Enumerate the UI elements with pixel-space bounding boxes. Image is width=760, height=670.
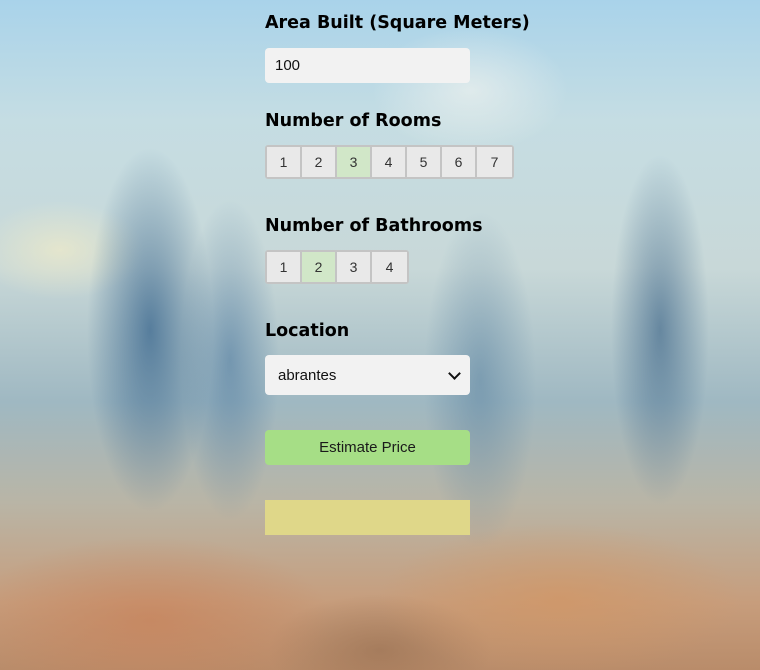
rooms-option-4[interactable]: 4	[372, 147, 407, 177]
rooms-selector: 1 2 3 4 5 6 7	[265, 145, 514, 179]
location-label: Location	[265, 321, 350, 341]
bathrooms-option-1[interactable]: 1	[267, 252, 302, 282]
bathrooms-option-2[interactable]: 2	[302, 252, 337, 282]
location-select[interactable]: abrantes	[265, 355, 470, 395]
rooms-option-7[interactable]: 7	[477, 147, 512, 177]
bathrooms-option-3[interactable]: 3	[337, 252, 372, 282]
rooms-option-3[interactable]: 3	[337, 147, 372, 177]
estimated-price-output	[265, 500, 470, 535]
rooms-option-5[interactable]: 5	[407, 147, 442, 177]
bathrooms-option-4[interactable]: 4	[372, 252, 407, 282]
rooms-option-2[interactable]: 2	[302, 147, 337, 177]
rooms-option-1[interactable]: 1	[267, 147, 302, 177]
area-input[interactable]	[265, 48, 470, 83]
rooms-label: Number of Rooms	[265, 111, 442, 131]
bathrooms-selector: 1 2 3 4	[265, 250, 409, 284]
location-selected-value: abrantes	[278, 366, 337, 384]
chevron-down-icon	[448, 366, 461, 380]
bathrooms-label: Number of Bathrooms	[265, 216, 483, 236]
estimate-price-button[interactable]: Estimate Price	[265, 430, 470, 465]
area-label: Area Built (Square Meters)	[265, 13, 530, 33]
background-image	[0, 0, 760, 670]
rooms-option-6[interactable]: 6	[442, 147, 477, 177]
